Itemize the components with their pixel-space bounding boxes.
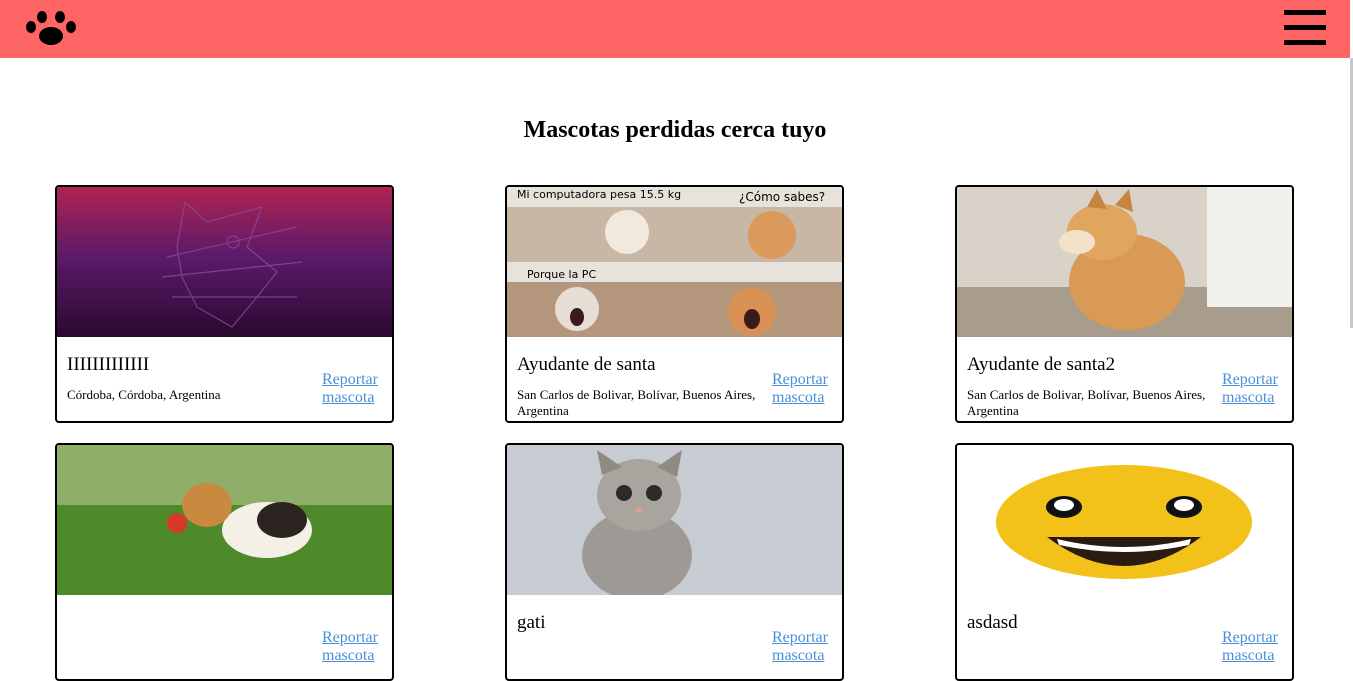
meme-text-top-left: Mi computadora pesa 15.5 kg <box>517 188 681 201</box>
hamburger-menu-icon[interactable] <box>1284 10 1326 46</box>
pet-name: Ayudante de santa2 <box>967 354 1116 375</box>
pet-location: Córdoba, Córdoba, Argentina <box>67 387 221 402</box>
report-pet-link[interactable]: Reportar mascota <box>772 629 842 665</box>
pet-image <box>957 445 1292 595</box>
pet-card: asdasd Reportar mascota <box>955 443 1294 681</box>
pet-card: gati Reportar mascota <box>505 443 844 681</box>
pet-card: Reportar mascota <box>55 443 394 681</box>
pet-image: Mi computadora pesa 15.5 kg ¿Cómo sabes?… <box>507 187 842 337</box>
report-pet-link[interactable]: Reportar mascota <box>322 371 392 407</box>
pet-image <box>57 445 392 595</box>
pet-image <box>507 445 842 595</box>
paw-icon[interactable] <box>24 10 78 46</box>
top-bar <box>0 0 1350 58</box>
pet-name: gati <box>517 612 546 633</box>
report-pet-link[interactable]: Reportar mascota <box>322 629 392 665</box>
meme-text-middle: Porque la PC <box>527 268 596 281</box>
pet-location: San Carlos de Bolivar, Bolívar, Buenos A… <box>517 387 756 418</box>
report-pet-link[interactable]: Reportar mascota <box>772 371 842 407</box>
report-pet-link[interactable]: Reportar mascota <box>1222 629 1292 665</box>
page-title: Mascotas perdidas cerca tuyo <box>523 117 827 143</box>
pet-name: asdasd <box>967 612 1018 633</box>
pet-card: IIIIIIIIIIIII Córdoba, Córdoba, Argentin… <box>55 185 394 423</box>
pet-card: Ayudante de santa2 San Carlos de Bolivar… <box>955 185 1294 423</box>
pet-location: San Carlos de Bolivar, Bolívar, Buenos A… <box>967 387 1206 418</box>
pet-name: Ayudante de santa <box>517 354 656 375</box>
pet-image <box>57 187 392 337</box>
pet-image <box>957 187 1292 337</box>
pet-name: IIIIIIIIIIIII <box>67 354 150 375</box>
report-pet-link[interactable]: Reportar mascota <box>1222 371 1292 407</box>
meme-text-top-right: ¿Cómo sabes? <box>739 190 825 204</box>
pet-card: Mi computadora pesa 15.5 kg ¿Cómo sabes?… <box>505 185 844 423</box>
